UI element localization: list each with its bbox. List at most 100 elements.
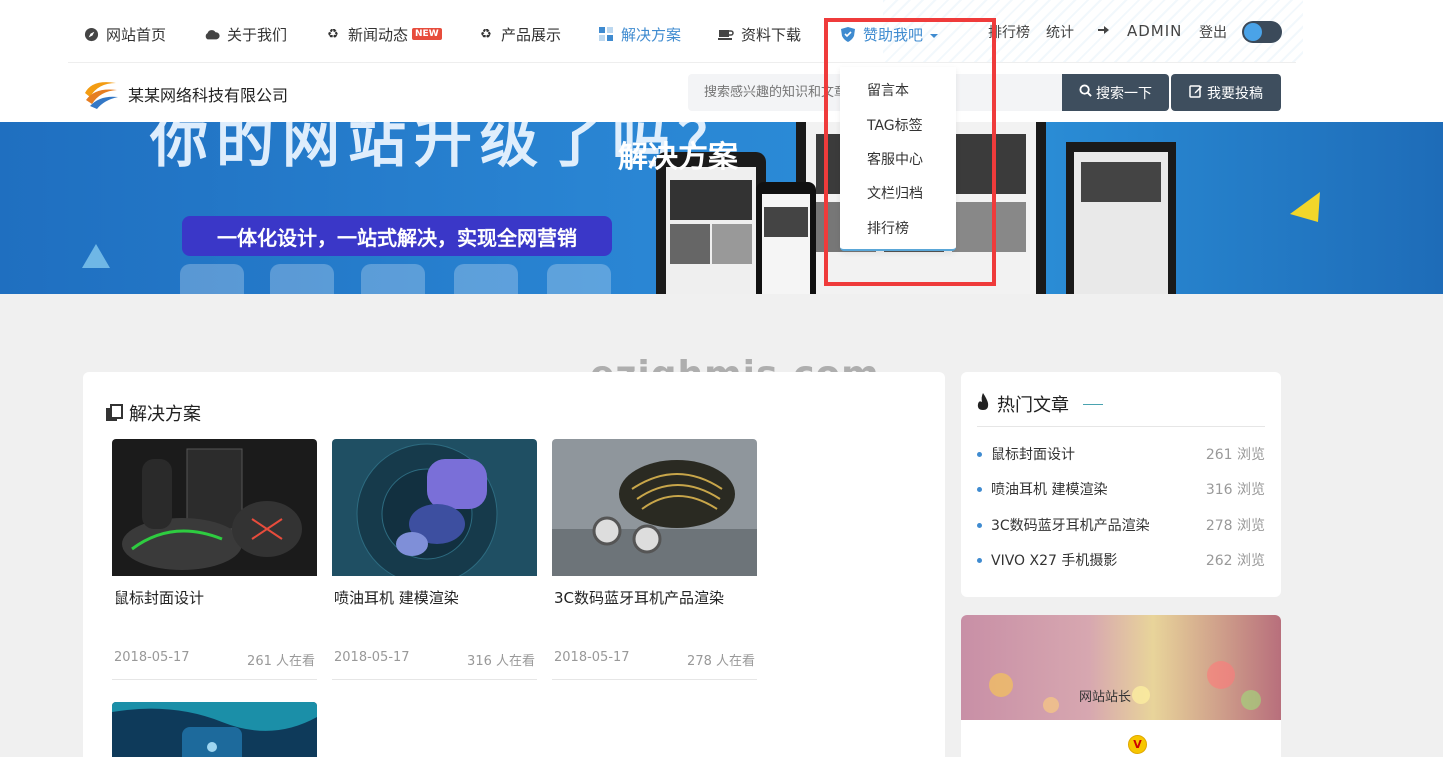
- shield-icon: [840, 26, 856, 42]
- sponsor-dropdown-menu: 留言本 TAG标签 客服中心 文栏归档 排行榜: [840, 67, 956, 251]
- banner-slogan: 一体化设计，一站式解决，实现全网营销: [182, 216, 612, 256]
- nav-label: 资料下载: [741, 25, 802, 44]
- bluetooth-earphone-image: [552, 439, 757, 576]
- nav-label: 新闻动态: [348, 25, 409, 44]
- hot-article-item[interactable]: 3C数码蓝牙耳机产品渲染 278 浏览: [977, 515, 1265, 535]
- post-title[interactable]: 3C数码蓝牙耳机产品渲染: [552, 587, 757, 608]
- search-icon: [1079, 84, 1092, 101]
- author-profile-card: 网站站长 V: [961, 615, 1281, 757]
- nav-item-news[interactable]: ♻ 新闻动态 NEW: [325, 22, 442, 46]
- search-button[interactable]: 搜索一下: [1062, 74, 1169, 111]
- nav-label: 产品展示: [501, 25, 562, 44]
- coffee-icon: [718, 26, 734, 42]
- nav-item-products[interactable]: ♻ 产品展示: [478, 22, 561, 46]
- post-card[interactable]: 鼠标封面设计 2018-05-17 261 人在看: [112, 439, 317, 680]
- submit-post-button[interactable]: 我要投稿: [1171, 74, 1281, 111]
- banner-triangle-shape: [82, 244, 110, 268]
- phone-product-image: [112, 702, 317, 757]
- post-views: 261 人在看: [247, 654, 315, 669]
- dropdown-item-tags[interactable]: TAG标签: [867, 115, 923, 135]
- banner-tile: [180, 264, 244, 294]
- post-divider: [112, 679, 317, 680]
- fire-icon: [977, 393, 989, 415]
- nav-item-about[interactable]: 关于我们: [204, 22, 287, 46]
- bullet-dot: [977, 487, 982, 492]
- search-button-label: 搜索一下: [1096, 85, 1152, 102]
- site-header: 某某网络科技有限公司 搜索一下 我要投稿: [0, 62, 1443, 122]
- theme-toggle[interactable]: [1242, 21, 1282, 43]
- hot-articles-title: 热门文章: [977, 391, 1103, 417]
- nav-decoration: [883, 0, 1303, 62]
- chevron-down-icon: [930, 33, 939, 38]
- post-meta: 2018-05-17 278 人在看: [554, 650, 755, 669]
- toggle-knob: [1244, 23, 1262, 41]
- hot-article-title[interactable]: 喷油耳机 建模渲染: [991, 482, 1107, 498]
- bullet-dot: [977, 558, 982, 563]
- title-accent-line: [1083, 403, 1103, 405]
- post-meta: 2018-05-17 261 人在看: [114, 650, 315, 669]
- nav-label: 赞助我吧: [863, 25, 924, 44]
- post-date: 2018-05-17: [554, 650, 630, 665]
- hot-article-item[interactable]: 喷油耳机 建模渲染 316 浏览: [977, 479, 1265, 499]
- solutions-section: 解决方案 鼠标封面设计 2018-05-17 261 人在看 喷油耳机 建模渲染…: [83, 372, 945, 757]
- grid-icon: [598, 26, 614, 42]
- hot-article-title[interactable]: 3C数码蓝牙耳机产品渲染: [991, 518, 1150, 534]
- nav-label: 网站首页: [106, 25, 167, 44]
- submit-post-label: 我要投稿: [1207, 85, 1263, 102]
- post-thumbnail[interactable]: [112, 439, 317, 576]
- hot-article-views: 278 浏览: [1205, 518, 1265, 534]
- banner-tile: [547, 264, 611, 294]
- logout-link[interactable]: 登出: [1199, 22, 1227, 42]
- banner-tile: [454, 264, 518, 294]
- hot-article-views: 262 浏览: [1205, 553, 1265, 569]
- compass-icon: [83, 26, 99, 42]
- post-title[interactable]: 喷油耳机 建模渲染: [332, 587, 537, 608]
- nav-item-home[interactable]: 网站首页: [83, 22, 166, 46]
- new-badge: NEW: [412, 28, 442, 40]
- login-arrow-icon: [1097, 23, 1111, 41]
- panel-divider: [977, 426, 1265, 427]
- stats-link[interactable]: 统计: [1046, 22, 1074, 42]
- post-date: 2018-05-17: [114, 650, 190, 665]
- post-thumbnail[interactable]: [112, 702, 317, 757]
- cloud-icon: [204, 26, 220, 42]
- post-meta: 2018-05-17 316 人在看: [334, 650, 535, 669]
- banner-triangle-shape: [1290, 192, 1320, 222]
- dropdown-item-guestbook[interactable]: 留言本: [867, 80, 909, 100]
- earphone-product-image: [332, 439, 537, 576]
- hot-article-views: 316 浏览: [1205, 482, 1265, 498]
- post-date: 2018-05-17: [334, 650, 410, 665]
- dropdown-item-support[interactable]: 客服中心: [867, 149, 923, 169]
- hot-articles-panel: 热门文章 鼠标封面设计 261 浏览 喷油耳机 建模渲染 316 浏览 3C数码…: [961, 372, 1281, 597]
- recycle-icon: ♻: [327, 26, 339, 42]
- hot-article-item[interactable]: 鼠标封面设计 261 浏览: [977, 444, 1265, 464]
- bullet-dot: [977, 523, 982, 528]
- post-thumbnail[interactable]: [332, 439, 537, 576]
- post-thumbnail[interactable]: [552, 439, 757, 576]
- post-card[interactable]: 喷油耳机 建模渲染 2018-05-17 316 人在看: [332, 439, 537, 680]
- avatar[interactable]: 网站站长: [1079, 683, 1143, 713]
- page-title: 解决方案: [618, 140, 738, 175]
- hot-article-title[interactable]: VIVO X27 手机摄影: [991, 553, 1117, 569]
- post-views: 316 人在看: [467, 654, 535, 669]
- hot-articles-title-text: 热门文章: [997, 395, 1069, 416]
- dropdown-item-archive[interactable]: 文栏归档: [867, 183, 923, 203]
- post-divider: [552, 679, 757, 680]
- post-views: 278 人在看: [687, 654, 755, 669]
- post-title[interactable]: 鼠标封面设计: [112, 587, 317, 608]
- rank-link[interactable]: 排行榜: [988, 22, 1030, 42]
- post-card[interactable]: 3C数码蓝牙耳机产品渲染 2018-05-17 278 人在看: [552, 439, 757, 680]
- nav-item-sponsor[interactable]: 赞助我吧: [840, 22, 939, 46]
- admin-link[interactable]: ADMIN: [1127, 22, 1182, 40]
- hot-article-item[interactable]: VIVO X27 手机摄影 262 浏览: [977, 550, 1265, 570]
- nav-item-solutions[interactable]: 解决方案: [598, 22, 681, 46]
- top-navigation: 网站首页 关于我们 ♻ 新闻动态 NEW ♻ 产品展示 解决方案 资料下载 赞助…: [0, 0, 1443, 62]
- nav-label: 解决方案: [621, 25, 682, 44]
- dropdown-item-ranking[interactable]: 排行榜: [867, 218, 909, 238]
- banner-tile: [361, 264, 425, 294]
- site-name[interactable]: 某某网络科技有限公司: [128, 82, 288, 106]
- mouse-product-image: [112, 439, 317, 576]
- site-logo[interactable]: [82, 73, 120, 111]
- nav-item-downloads[interactable]: 资料下载: [718, 22, 801, 46]
- hot-article-title[interactable]: 鼠标封面设计: [991, 447, 1075, 463]
